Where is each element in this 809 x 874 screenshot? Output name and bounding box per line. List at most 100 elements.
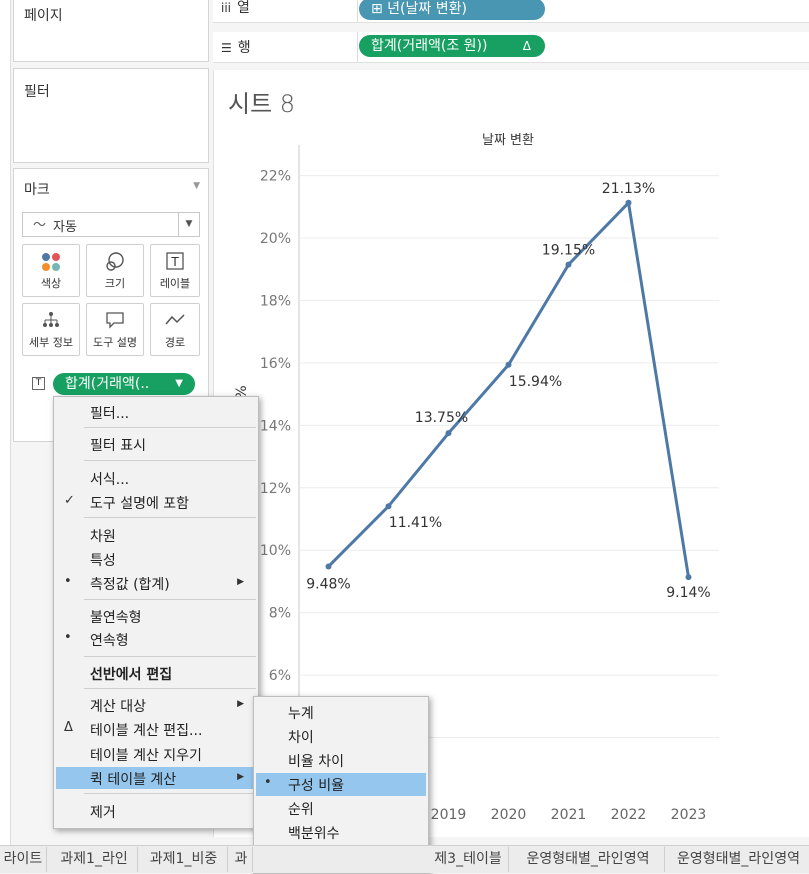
menu-separator	[84, 793, 256, 794]
sheet-tab[interactable]: 운영형태별_라인영역	[668, 847, 809, 872]
label-label: 레이블	[159, 277, 191, 290]
context-menu-item-label: 퀵 테이블 계산	[90, 772, 177, 788]
submenu-item-label: 구성 비율	[288, 778, 344, 794]
submenu-arrow-icon: ▶	[237, 772, 244, 782]
rows-pill-label: 합계(거래액(조 원))	[371, 38, 488, 54]
tooltip-button[interactable]: 도구 설명	[86, 303, 144, 356]
context-menu-item-label: 테이블 계산 지우기	[90, 748, 202, 764]
submenu-item[interactable]: 비율 차이	[256, 749, 426, 772]
mark-field-pill[interactable]: 합계(거래액(.. ▼	[53, 373, 195, 395]
menu-separator	[84, 688, 256, 689]
context-menu-item[interactable]: 계산 대상 ▶	[56, 694, 256, 716]
context-menu-item[interactable]: ✓ 도구 설명에 포함	[56, 491, 256, 513]
label-encoding-icon: T	[32, 377, 45, 390]
field-context-menu: 필터... 필터 표시 서식... ✓ 도구 설명에 포함 차원 특성 • 측정값 (합계) ▶ 불…	[53, 396, 259, 829]
submenu-item[interactable]: 백분위수	[256, 821, 426, 844]
marks-collapse-icon[interactable]: ▼	[193, 181, 200, 191]
filters-panel[interactable]: 필터	[13, 68, 209, 163]
check-icon: ✓	[64, 493, 75, 508]
submenu-item-label: 백분위수	[288, 826, 340, 842]
label-t-icon: T	[151, 251, 199, 275]
sheet-tab[interactable]: 과제1_라인	[51, 847, 138, 872]
columns-shelf-label: iii 열	[221, 0, 250, 16]
menu-separator	[84, 460, 256, 461]
context-menu-item-label: 필터...	[90, 406, 130, 422]
left-edge-strip	[0, 0, 11, 845]
context-menu-item[interactable]: 선반에서 편집	[56, 662, 256, 684]
submenu-item-label: 순위	[288, 802, 314, 818]
bullet-icon: •	[264, 775, 272, 790]
label-button[interactable]: T 레이블	[150, 244, 200, 297]
columns-pill-label: ⊞ 년(날짜 변환)	[371, 1, 467, 17]
mark-type-label: 자동	[53, 220, 77, 235]
columns-shelf[interactable]: iii 열 ⊞ 년(날짜 변환)	[213, 0, 809, 23]
context-menu-item-label: 불연속형	[90, 610, 142, 626]
pages-panel: 페이지	[13, 0, 209, 62]
chevron-down-icon: ▼	[178, 213, 199, 236]
color-button[interactable]: 색상	[22, 244, 80, 297]
columns-icon: iii	[221, 1, 232, 15]
submenu-item-label: 누계	[288, 706, 314, 722]
context-menu-item[interactable]: Δ 테이블 계산 편집...	[56, 718, 256, 740]
marks-title: 마크	[24, 182, 50, 198]
menu-separator	[84, 656, 256, 657]
context-menu-item-label: 테이블 계산 편집...	[90, 723, 203, 739]
sheet-tab[interactable]: 라이트	[0, 847, 47, 872]
context-menu-item[interactable]: 제거	[56, 800, 256, 822]
context-menu-item-label: 측정값 (합계)	[90, 577, 170, 593]
context-menu-item-label: 제거	[90, 805, 116, 821]
submenu-item[interactable]: 누계	[256, 701, 426, 724]
color-label: 색상	[40, 277, 62, 290]
path-line-icon	[151, 310, 199, 334]
context-menu-item[interactable]: 특성	[56, 548, 256, 570]
context-menu-item-label: 특성	[90, 553, 116, 569]
menu-separator	[84, 427, 256, 428]
context-menu-item[interactable]: 테이블 계산 지우기	[56, 743, 256, 765]
context-menu-item[interactable]: 서식...	[56, 467, 256, 489]
context-menu-item[interactable]: • 연속형	[56, 628, 256, 650]
submenu-item[interactable]: • 구성 비율	[256, 773, 426, 796]
submenu-arrow-icon: ▶	[237, 577, 244, 587]
pages-title: 페이지	[24, 8, 63, 24]
sheet-title: 시트 8	[228, 90, 296, 118]
context-menu-item[interactable]: 필터 표시	[56, 433, 256, 455]
context-menu-item[interactable]: 퀵 테이블 계산 ▶	[56, 767, 256, 789]
context-menu-item-label: 필터 표시	[90, 438, 146, 454]
mark-field-pill-label: 합계(거래액(..	[65, 376, 150, 392]
path-button[interactable]: 경로	[150, 303, 200, 356]
shelf-divider	[357, 0, 358, 22]
svg-text:T: T	[170, 255, 179, 269]
sheet-tab[interactable]: 제3_테이블	[428, 847, 509, 872]
tooltip-label: 도구 설명	[93, 336, 137, 349]
path-label: 경로	[164, 336, 186, 349]
size-button[interactable]: 크기	[86, 244, 144, 297]
delta-icon: Δ	[522, 39, 531, 53]
sheet-tab[interactable]: 과	[230, 847, 253, 872]
submenu-item[interactable]: 차이	[256, 725, 426, 748]
rows-shelf-label: ☰ 행	[221, 40, 251, 56]
submenu-item[interactable]: 순위	[256, 797, 426, 820]
detail-button[interactable]: 세부 정보	[22, 303, 80, 356]
mark-type-dropdown[interactable]: 〜 자동 ▼	[22, 212, 200, 237]
sheet-tab[interactable]: 과제1_비중	[140, 847, 228, 872]
submenu-arrow-icon: ▶	[237, 699, 244, 709]
context-menu-item[interactable]: 필터...	[56, 401, 256, 423]
size-label: 크기	[104, 277, 126, 290]
context-menu-item-label: 도구 설명에 포함	[90, 496, 190, 512]
context-menu-item[interactable]: 불연속형	[56, 605, 256, 627]
columns-pill[interactable]: ⊞ 년(날짜 변환)	[359, 0, 545, 20]
pill-dropdown-icon: ▼	[175, 378, 183, 389]
menu-separator	[84, 517, 256, 518]
size-circles-icon	[87, 251, 143, 275]
shelf-divider	[357, 32, 358, 62]
sheet-tab[interactable]: 운영형태별_라인영역	[512, 847, 665, 872]
tooltip-bubble-icon	[87, 310, 143, 334]
submenu-item-label: 차이	[288, 730, 314, 746]
context-menu-item[interactable]: • 측정값 (합계) ▶	[56, 572, 256, 594]
rows-pill[interactable]: 합계(거래액(조 원)) Δ	[359, 35, 545, 57]
context-menu-item[interactable]: 차원	[56, 524, 256, 546]
detail-label: 세부 정보	[29, 336, 73, 349]
context-menu-item-label: 서식...	[90, 472, 130, 488]
rows-shelf[interactable]: ☰ 행 합계(거래액(조 원)) Δ	[213, 32, 809, 63]
context-menu-item-label: 계산 대상	[90, 699, 146, 715]
